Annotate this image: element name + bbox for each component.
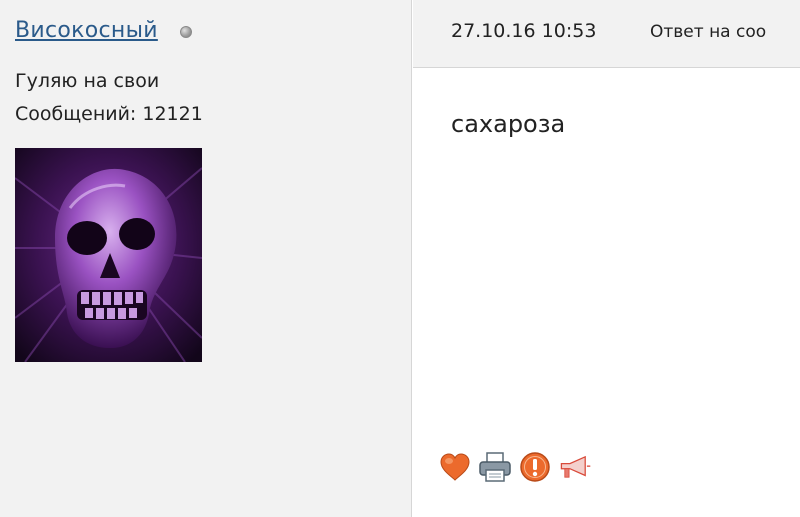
message-header: 27.10.16 10:53 Ответ на соо (413, 0, 800, 68)
offline-status-icon (179, 26, 192, 38)
username-link[interactable]: Високосный (15, 18, 158, 43)
user-post-count: Сообщений: 12121 (15, 103, 203, 125)
forum-post: Високосный Гуляю на свои Сообщений: 1212… (0, 0, 800, 517)
user-avatar[interactable] (15, 148, 202, 362)
message-body: сахароза (451, 110, 566, 138)
report-button[interactable] (518, 450, 552, 484)
user-info-panel: Високосный Гуляю на свои Сообщений: 1212… (0, 0, 412, 517)
printer-icon (479, 452, 511, 482)
warning-icon (520, 452, 550, 482)
megaphone-icon (560, 455, 591, 478)
heart-icon (440, 453, 470, 481)
message-panel: 27.10.16 10:53 Ответ на соо сахароза (413, 0, 800, 517)
share-button[interactable] (558, 450, 592, 484)
reply-to-link[interactable]: Ответ на соо (650, 22, 766, 42)
user-status-text: Гуляю на свои (15, 70, 160, 92)
skull-avatar-image (15, 148, 202, 362)
username-row: Високосный (15, 18, 192, 43)
post-actions (438, 450, 592, 484)
print-button[interactable] (478, 450, 512, 484)
like-button[interactable] (438, 450, 472, 484)
message-date: 27.10.16 10:53 (451, 20, 597, 42)
